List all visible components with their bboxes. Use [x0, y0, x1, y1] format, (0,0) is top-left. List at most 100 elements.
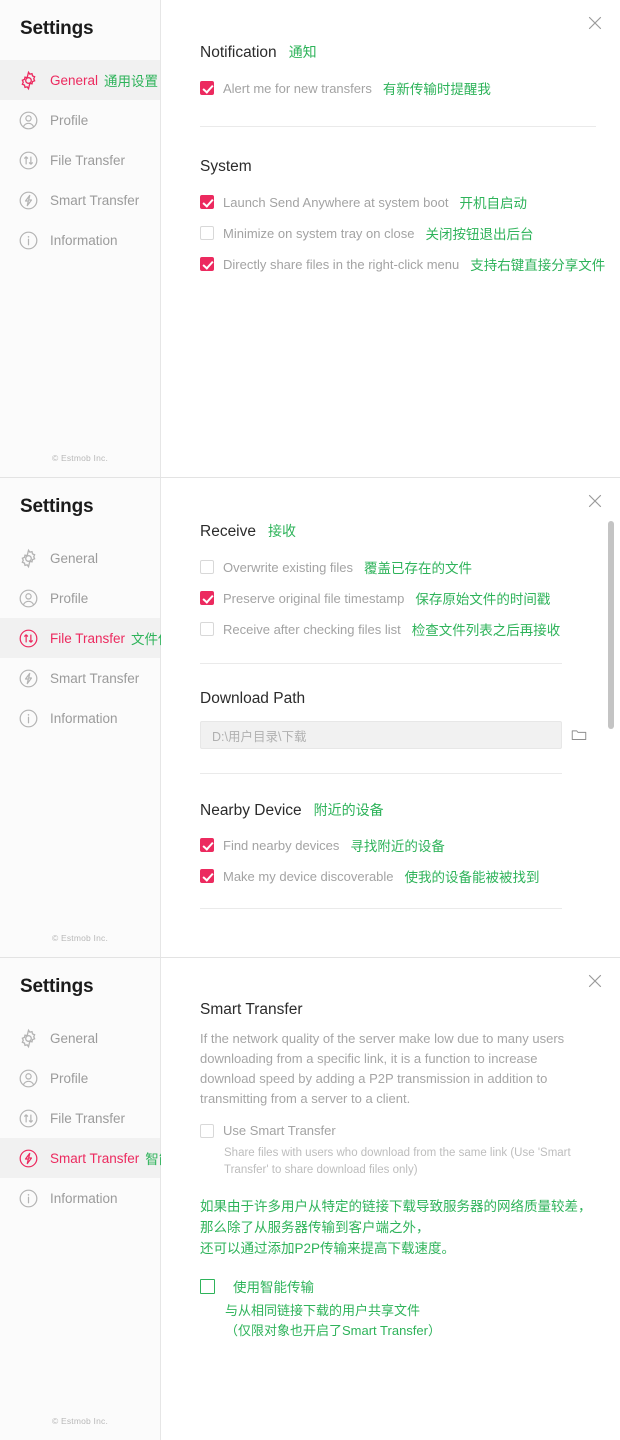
sidebar-item-label: General [50, 550, 99, 566]
checkbox-use-smart-transfer[interactable] [200, 1123, 214, 1138]
sidebar-item-information[interactable]: Information [0, 220, 160, 260]
checkbox-find-nearby-devices[interactable] [200, 838, 214, 852]
settings-window-file-transfer: Settings General Profile File Transfer S… [0, 478, 620, 958]
section-title: Smart Transfer [200, 1001, 303, 1018]
checkbox-row-use-smart-transfer-cn[interactable]: 使用智能传输 [200, 1276, 596, 1296]
checkbox-annotation: 有新传输时提醒我 [382, 82, 491, 97]
bolt-icon [18, 190, 39, 211]
sidebar-item-profile[interactable]: Profile [0, 100, 160, 140]
cn-line-1: 如果由于许多用户从特定的链接下载导致服务器的网络质量较差， [200, 1199, 592, 1214]
scrollbar-thumb[interactable] [608, 521, 614, 729]
sidebar-item-smart-transfer[interactable]: Smart Transfer [0, 180, 160, 220]
checkbox-launch-at-boot[interactable] [200, 195, 214, 209]
checkbox-label: Launch Send Anywhere at system boot [223, 194, 449, 210]
checkbox-row-overwrite-existing[interactable]: Overwrite existing files 覆盖已存在的文件 [200, 557, 596, 577]
info-icon [18, 708, 39, 729]
section-title: Notification [200, 44, 277, 61]
section-heading-system: System [200, 158, 596, 176]
checkbox-label: Make my device discoverable [223, 868, 394, 884]
sidebar-item-general[interactable]: General 通用设置 [0, 60, 160, 100]
copyright-footer: © Estmob Inc. [51, 1416, 109, 1426]
sidebar-item-label: Smart Transfer [50, 192, 140, 208]
checkbox-preserve-timestamp[interactable] [200, 591, 214, 605]
sidebar: Settings General Profile File Transfer S… [0, 478, 212, 957]
checkbox-row-minimize-to-tray[interactable]: Minimize on system tray on close 关闭按钮退出后… [200, 223, 596, 243]
sidebar-item-general[interactable]: General [0, 1018, 160, 1058]
checkbox-label: Receive after checking files list [223, 621, 401, 637]
sidebar-item-profile[interactable]: Profile [0, 1058, 160, 1098]
checkbox-minimize-to-tray[interactable] [200, 226, 214, 240]
sidebar-item-file-transfer[interactable]: File Transfer 文件传输设置 [0, 618, 212, 658]
checkbox-alert-new-transfers[interactable] [200, 81, 214, 95]
copyright-footer: © Estmob Inc. [51, 933, 109, 943]
checkbox-row-receive-after-check[interactable]: Receive after checking files list 检查文件列表… [200, 619, 596, 639]
checkbox-annotation: 支持右键直接分享文件 [470, 258, 606, 273]
cn-line-2: 那么除了从服务器传输到客户端之外， [200, 1220, 430, 1235]
settings-window-smart-transfer: Settings General Profile File Transfer S… [0, 958, 620, 1440]
section-heading-receive: Receive 接收 [200, 521, 596, 541]
checkbox-use-smart-transfer-cn[interactable] [200, 1278, 215, 1294]
sidebar-item-profile[interactable]: Profile [0, 578, 160, 618]
close-icon[interactable] [584, 970, 606, 992]
info-icon [18, 1188, 39, 1209]
updown-arrows-icon [18, 150, 39, 171]
checkbox-row-make-discoverable[interactable]: Make my device discoverable 使我的设备能被被找到 [200, 866, 596, 886]
close-icon[interactable] [584, 12, 606, 34]
sidebar-item-annotation: 通用设置 [104, 74, 159, 89]
sidebar-item-label: Information [50, 710, 118, 726]
checkbox-receive-after-check[interactable] [200, 622, 214, 636]
info-icon [18, 230, 39, 251]
section-title: Download Path [200, 690, 306, 707]
content-general: Notification 通知 Alert me for new transfe… [161, 0, 620, 477]
checkbox-row-use-smart-transfer[interactable]: Use Smart Transfer [200, 1123, 596, 1138]
checkbox-label: Find nearby devices [223, 837, 340, 853]
checkbox-row-alert-new-transfers[interactable]: Alert me for new transfers 有新传输时提醒我 [200, 78, 596, 98]
sidebar-item-label: Information [50, 232, 118, 248]
settings-window-general: Settings General 通用设置 Profile File Trans… [0, 0, 620, 478]
section-heading-notification: Notification 通知 [200, 42, 596, 62]
folder-icon[interactable] [562, 726, 596, 744]
checkbox-row-launch-at-boot[interactable]: Launch Send Anywhere at system boot 开机自启… [200, 192, 596, 212]
sidebar-item-smart-transfer[interactable]: Smart Transfer [0, 658, 160, 698]
checkbox-make-discoverable[interactable] [200, 869, 214, 883]
checkbox-annotation: 检查文件列表之后再接收 [411, 623, 561, 638]
section-heading-smart-transfer: Smart Transfer [200, 1001, 596, 1019]
sidebar-item-general[interactable]: General [0, 538, 160, 578]
divider [200, 663, 562, 664]
checkbox-annotation: 覆盖已存在的文件 [364, 561, 473, 576]
divider [200, 773, 562, 774]
checkbox-label: Use Smart Transfer [223, 1123, 336, 1138]
section-title: Nearby Device [200, 802, 302, 819]
sidebar-item-file-transfer[interactable]: File Transfer [0, 1098, 160, 1138]
checkbox-overwrite-existing[interactable] [200, 560, 214, 574]
smart-transfer-cn-note-line1: 与从相同链接下载的用户共享文件 [225, 1303, 421, 1318]
page-title: Settings [20, 496, 94, 517]
download-path-input[interactable]: D:\用户目录\下载 [200, 721, 562, 749]
sidebar-item-label: Information [50, 1190, 118, 1206]
sidebar: Settings General Profile File Transfer S… [0, 958, 199, 1440]
sidebar-item-smart-transfer[interactable]: Smart Transfer 智能传输 [0, 1138, 199, 1178]
checkbox-row-right-click-share[interactable]: Directly share files in the right-click … [200, 254, 605, 274]
section-title-annotation: 附近的设备 [313, 802, 384, 818]
checkbox-right-click-share[interactable] [200, 257, 214, 271]
sidebar-item-information[interactable]: Information [0, 1178, 160, 1218]
checkbox-row-preserve-timestamp[interactable]: Preserve original file timestamp 保存原始文件的… [200, 588, 596, 608]
bolt-icon [18, 668, 39, 689]
sidebar-item-file-transfer[interactable]: File Transfer [0, 140, 160, 180]
user-icon [18, 588, 39, 609]
close-icon[interactable] [584, 490, 606, 512]
sidebar-item-information[interactable]: Information [0, 698, 160, 738]
checkbox-label: Alert me for new transfers [223, 80, 372, 96]
updown-arrows-icon [18, 628, 39, 649]
checkbox-annotation: 保存原始文件的时间戳 [415, 592, 551, 607]
checkbox-label: Preserve original file timestamp [223, 590, 405, 606]
checkbox-label-cn: 使用智能传输 [233, 1280, 314, 1295]
scrollbar[interactable] [608, 514, 614, 944]
checkbox-row-find-nearby-devices[interactable]: Find nearby devices 寻找附近的设备 [200, 835, 596, 855]
sidebar-item-label: File Transfer [50, 630, 126, 646]
checkbox-label: Directly share files in the right-click … [223, 256, 460, 272]
sidebar-item-label: File Transfer [50, 1110, 126, 1126]
download-path-row: D:\用户目录\下载 [200, 721, 596, 749]
sidebar-item-label: General [50, 72, 99, 88]
sidebar-item-label: File Transfer [50, 152, 126, 168]
